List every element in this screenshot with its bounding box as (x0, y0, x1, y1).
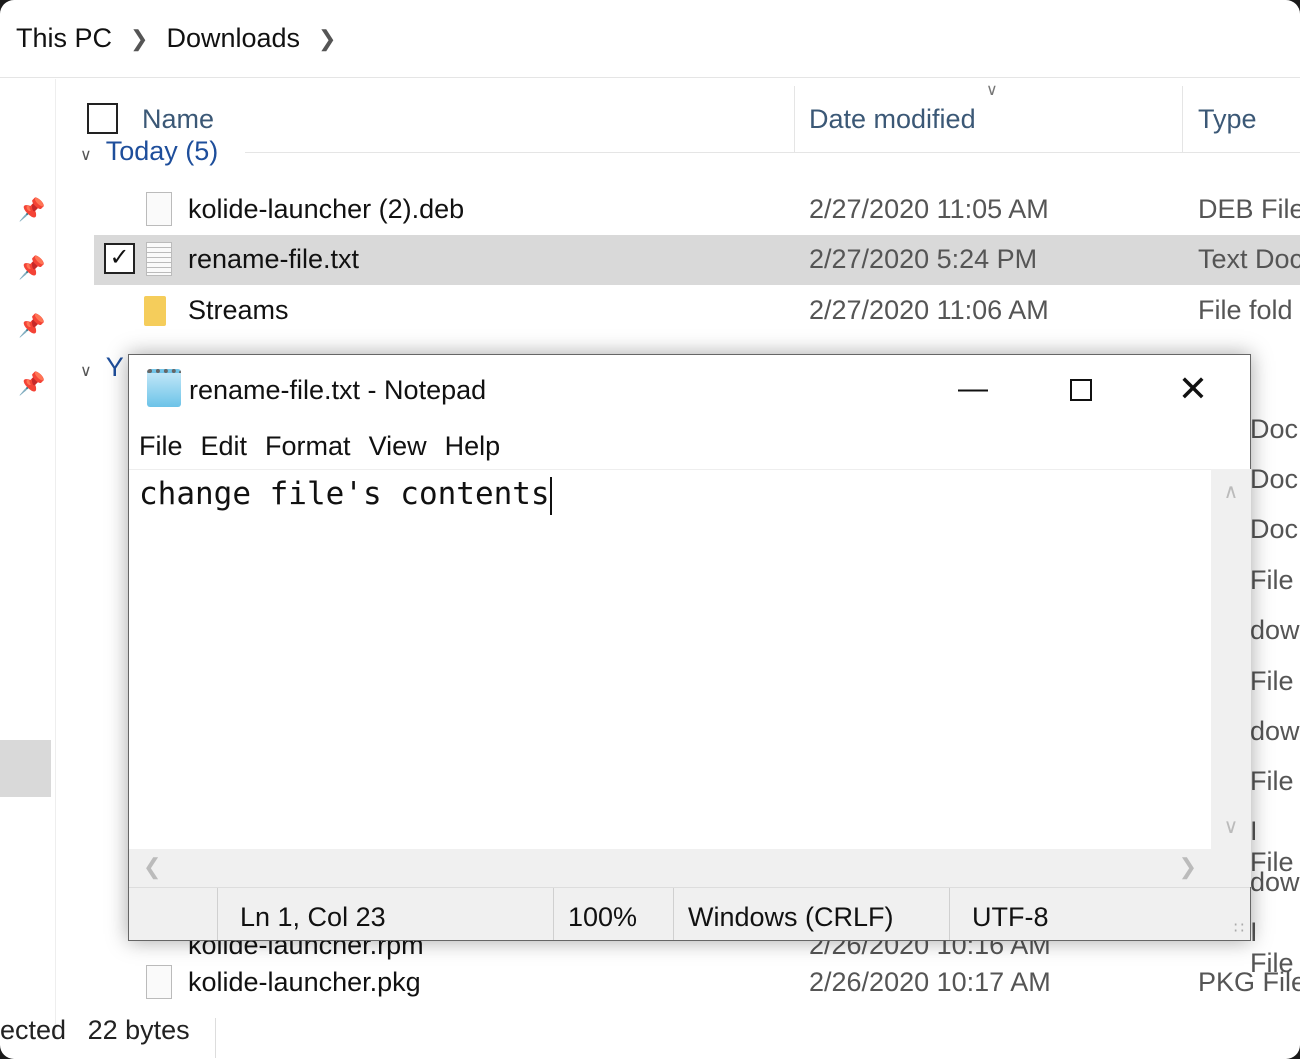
text-file-icon (146, 242, 172, 276)
file-date: 2/26/2020 10:17 AM (809, 967, 1051, 997)
scroll-up-icon[interactable]: ∧ (1211, 479, 1251, 504)
file-date: 2/27/2020 5:24 PM (809, 244, 1038, 274)
select-all-checkbox[interactable] (87, 103, 118, 134)
selected-size: 22 bytes (87, 1015, 190, 1045)
notepad-icon (147, 369, 181, 407)
chevron-right-icon[interactable]: ❯ (130, 26, 148, 52)
column-type[interactable]: Type (1198, 104, 1257, 135)
breadcrumb-this-pc[interactable]: This PC (16, 23, 112, 54)
file-type: File (1250, 565, 1294, 595)
pin-icon[interactable]: 📌 (18, 313, 45, 339)
file-type: dow (1250, 716, 1300, 746)
vertical-scrollbar[interactable]: ∧ ∨ (1211, 469, 1251, 849)
horizontal-scrollbar[interactable]: ❮ ❯ (129, 849, 1211, 887)
file-type: dow (1250, 615, 1300, 645)
file-name: rename-file.txt (188, 244, 360, 274)
column-divider[interactable] (1182, 86, 1183, 152)
file-name: Streams (188, 295, 289, 325)
group-yesterday[interactable]: ∨ Y (80, 352, 124, 383)
file-type: dow (1250, 867, 1300, 897)
minimize-button[interactable]: — (943, 365, 1003, 413)
file-type: PKG File (1198, 967, 1300, 997)
notepad-window: rename-file.txt - Notepad — ✕ File Edit … (128, 354, 1251, 941)
file-date: 2/27/2020 11:06 AM (809, 295, 1049, 325)
nav-selected-item[interactable] (0, 740, 51, 797)
file-type: DEB File (1198, 194, 1300, 224)
file-type: File (1250, 666, 1294, 696)
file-type: Doc (1250, 414, 1299, 444)
zoom-level: 100% (553, 888, 637, 940)
encoding: UTF-8 (949, 888, 1049, 940)
explorer-status-bar: ected 22 bytes (0, 1015, 204, 1046)
menu-help[interactable]: Help (445, 431, 501, 462)
file-icon (146, 965, 172, 999)
file-row-selected[interactable]: ✓ rename-file.txt 2/27/2020 5:24 PM Text… (94, 235, 1300, 285)
maximize-button[interactable] (1051, 365, 1111, 413)
file-name: kolide-launcher (2).deb (188, 194, 465, 224)
column-name[interactable]: Name (142, 104, 214, 135)
status-divider (215, 1018, 216, 1058)
column-header: Name ∨ Date modified Type (56, 82, 1300, 152)
resize-grip-icon[interactable]: ∷ (1234, 918, 1244, 938)
scroll-corner (1211, 849, 1251, 887)
file-type: Doc (1250, 514, 1299, 544)
notepad-status-bar: Ln 1, Col 23 100% Windows (CRLF) UTF-8 ∷ (129, 887, 1250, 940)
menu-edit[interactable]: Edit (201, 431, 248, 462)
pin-icon[interactable]: 📌 (18, 371, 45, 397)
menu-format[interactable]: Format (265, 431, 351, 462)
navigation-pane: 📌 📌 📌 📌 (0, 79, 56, 1037)
column-divider[interactable] (794, 86, 795, 152)
scroll-left-icon[interactable]: ❮ (143, 854, 161, 880)
file-row[interactable]: Streams 2/27/2020 11:06 AM File fold (94, 286, 1300, 336)
folder-icon (144, 296, 166, 326)
notepad-title-bar[interactable]: rename-file.txt - Notepad — ✕ (129, 355, 1250, 425)
pin-icon[interactable]: 📌 (18, 255, 45, 281)
file-name: kolide-launcher.pkg (188, 967, 421, 997)
file-date: 2/27/2020 11:05 AM (809, 194, 1049, 224)
scroll-down-icon[interactable]: ∨ (1211, 814, 1251, 839)
pin-icon[interactable]: 📌 (18, 197, 45, 223)
chevron-right-icon[interactable]: ❯ (318, 26, 336, 52)
column-date-modified[interactable]: Date modified (809, 104, 976, 135)
close-button[interactable]: ✕ (1163, 365, 1223, 413)
file-row[interactable]: kolide-launcher.pkg 2/26/2020 10:17 AM P… (94, 958, 1300, 1008)
file-icon (146, 192, 172, 226)
editor-content: change file's contents (139, 476, 550, 512)
group-divider (245, 152, 1300, 153)
menu-view[interactable]: View (369, 431, 427, 462)
breadcrumb: This PC ❯ Downloads ❯ (0, 0, 1300, 78)
sort-chevron-icon: ∨ (986, 82, 998, 99)
selected-count: ected (0, 1015, 67, 1045)
cursor-position: Ln 1, Col 23 (217, 888, 386, 940)
window-title: rename-file.txt - Notepad (189, 375, 487, 405)
file-type: Text Doc (1198, 244, 1300, 274)
text-caret (549, 476, 552, 515)
menu-file[interactable]: File (139, 431, 183, 462)
group-label: Y (105, 352, 124, 382)
breadcrumb-downloads[interactable]: Downloads (166, 23, 300, 54)
scroll-right-icon[interactable]: ❯ (1179, 854, 1197, 880)
file-row[interactable]: kolide-launcher (2).deb 2/27/2020 11:05 … (94, 185, 1300, 235)
text-editor[interactable]: change file's contents (129, 469, 1211, 849)
menu-bar: File Edit Format View Help (139, 431, 500, 462)
file-type: File (1250, 766, 1294, 796)
line-ending: Windows (CRLF) (673, 888, 894, 940)
file-type: Doc (1250, 464, 1299, 494)
file-type: File fold (1198, 295, 1293, 325)
row-checkbox-checked[interactable]: ✓ (104, 243, 135, 274)
